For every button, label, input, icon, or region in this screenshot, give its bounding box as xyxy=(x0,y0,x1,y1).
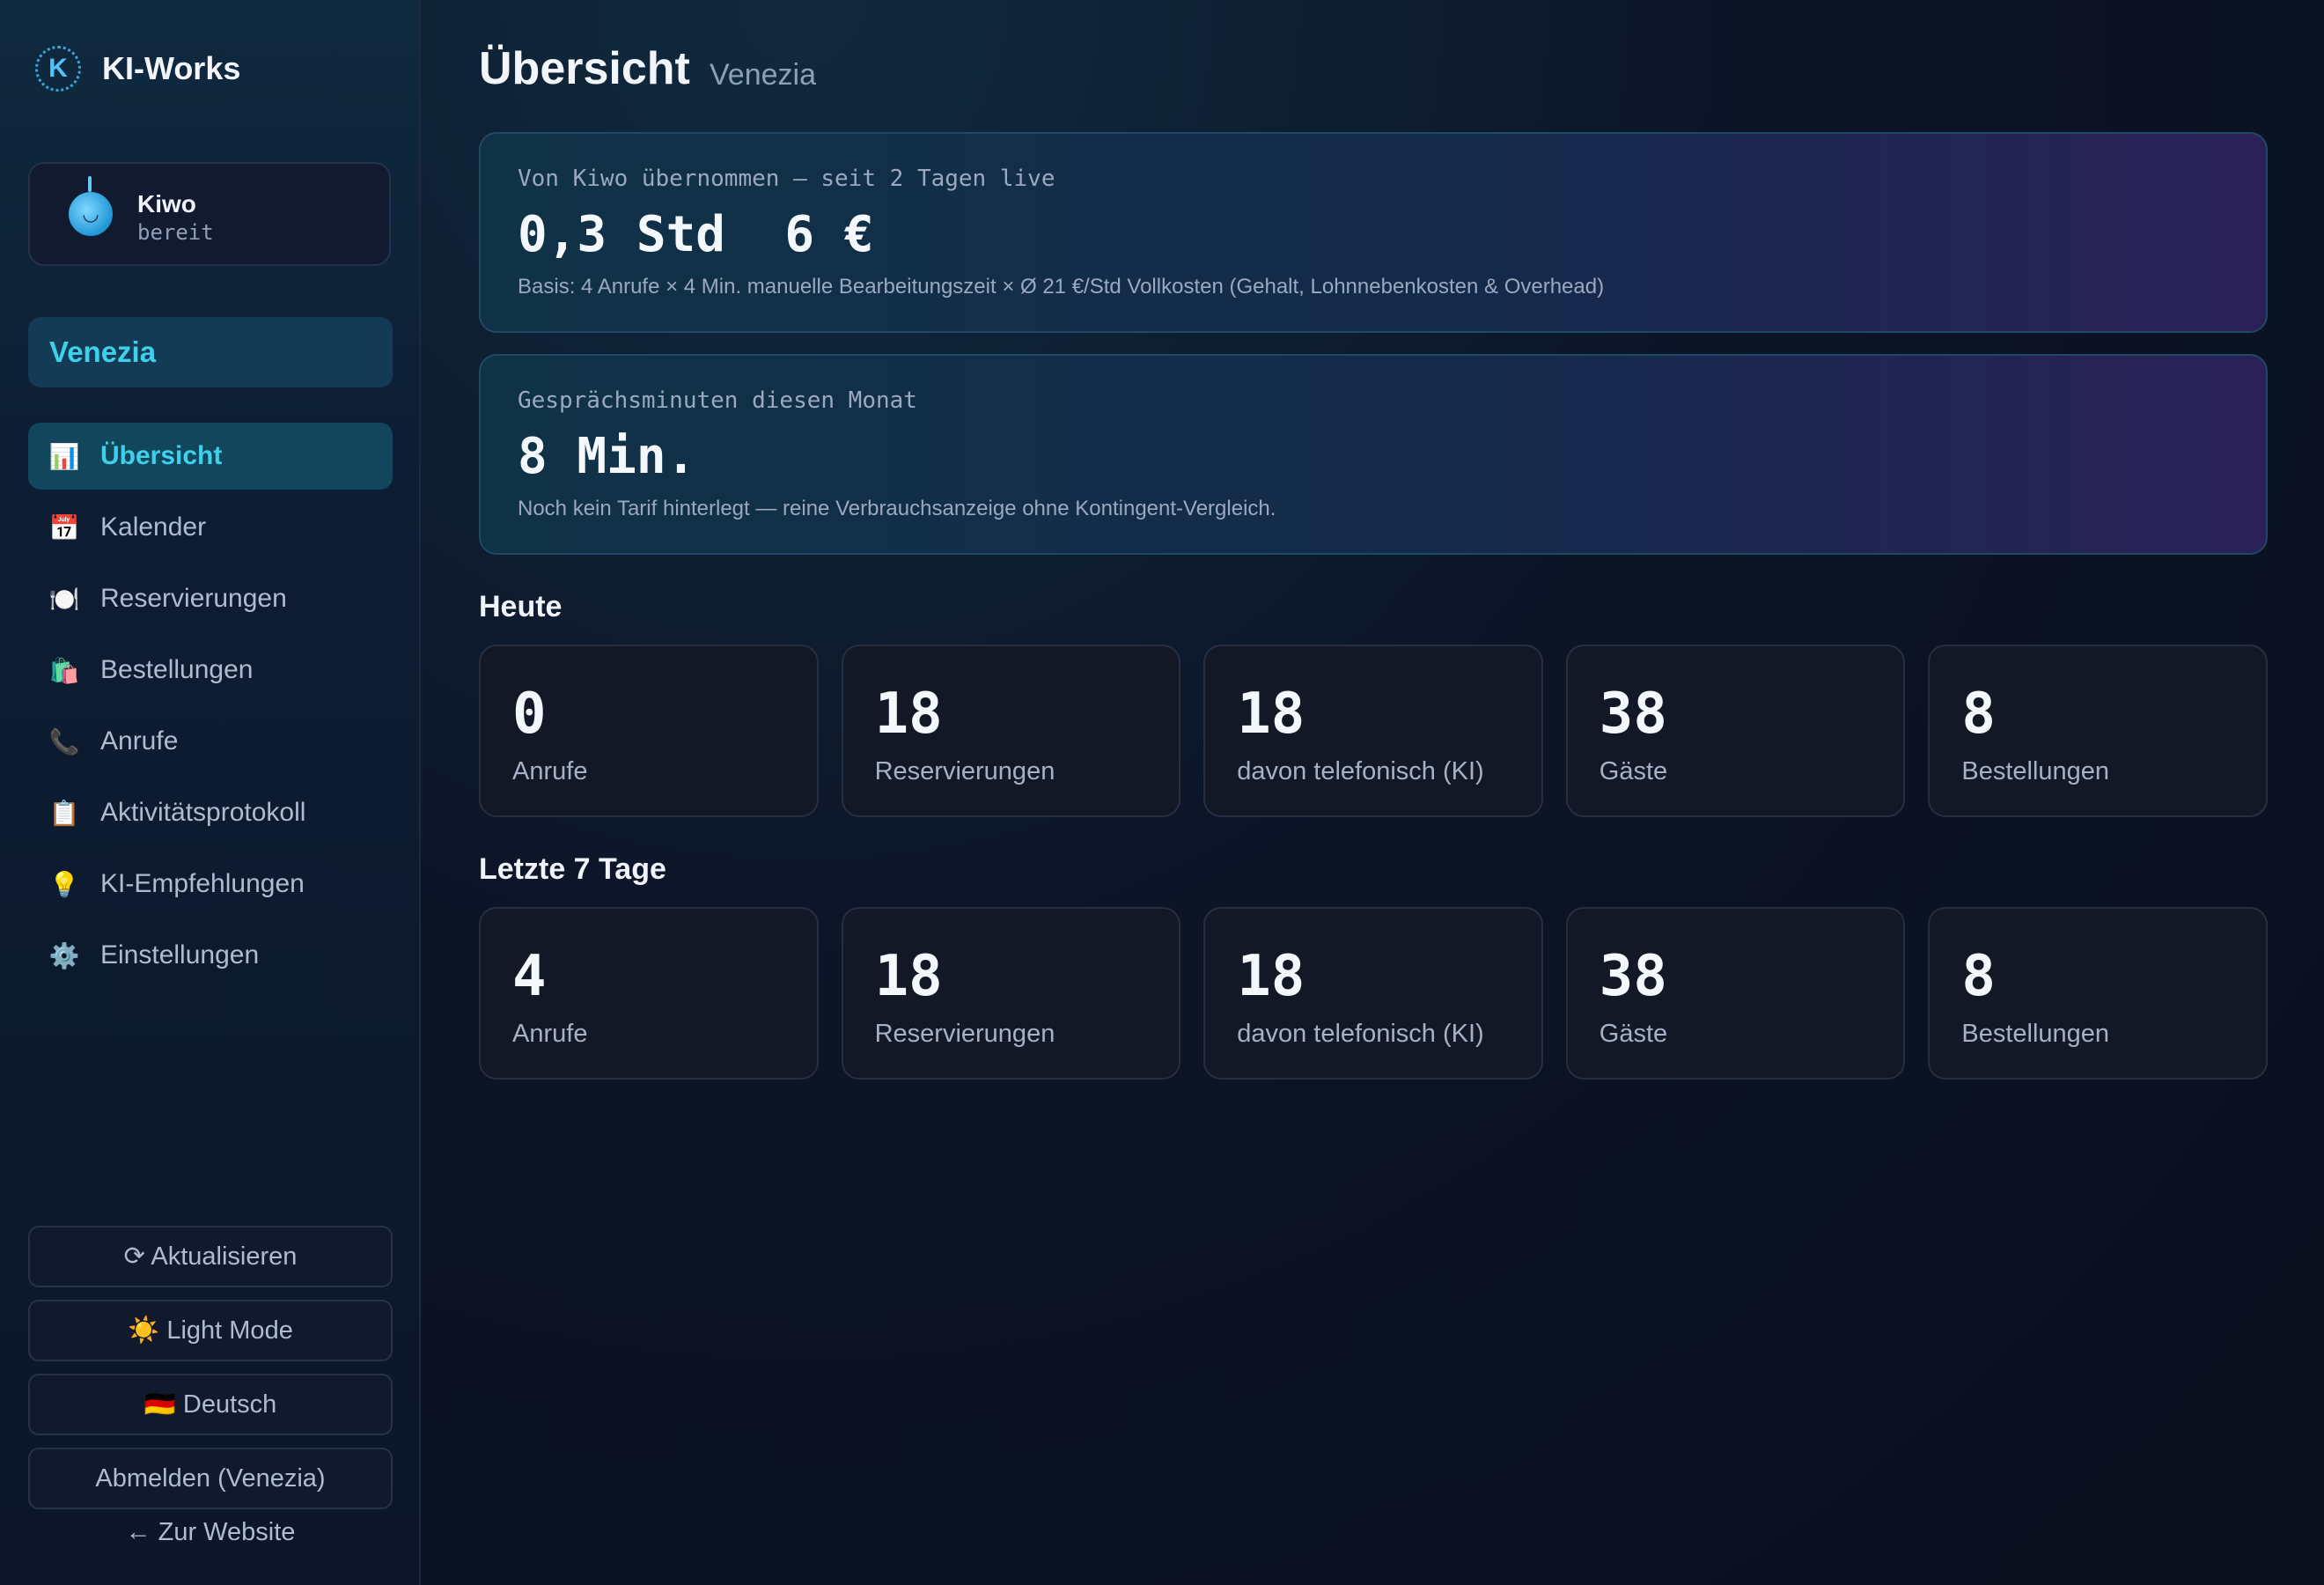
calendar-icon: 📅 xyxy=(48,513,80,542)
minutes-value: 8 Min. xyxy=(518,428,696,485)
brand[interactable]: K KI-Works xyxy=(35,46,240,92)
stat-label: Gäste xyxy=(1599,1020,1668,1048)
sidebar-item-label: Kalender xyxy=(100,512,207,542)
back-to-website-link[interactable]: ← Zur Website xyxy=(28,1518,393,1547)
robot-antenna xyxy=(88,176,92,192)
stat-value: 38 xyxy=(1599,682,1667,747)
refresh-button[interactable]: ⟳ Aktualisieren xyxy=(28,1226,393,1287)
tenant-selector[interactable]: Venezia xyxy=(28,317,393,387)
stat-value: 8 xyxy=(1961,682,1996,747)
savings-note: Basis: 4 Anrufe × 4 Min. manuelle Bearbe… xyxy=(518,275,1605,299)
assistant-name: Kiwo xyxy=(137,190,196,217)
stat-label: Reservierungen xyxy=(874,1020,1055,1048)
stat-label: Bestellungen xyxy=(1961,757,2110,785)
minutes-note: Noch kein Tarif hinterlegt — reine Verbr… xyxy=(518,497,1276,520)
sidebar-item-label: Reservierungen xyxy=(100,584,287,613)
savings-value: 0,3 Std 6 € xyxy=(518,206,874,263)
sidebar-item-kalender[interactable]: 📅 Kalender xyxy=(28,494,393,561)
sidebar-item-label: Aktivitätsprotokoll xyxy=(100,798,306,827)
sidebar-item-label: Anrufe xyxy=(100,726,179,756)
sidebar-item-reservierungen[interactable]: 🍽️ Reservierungen xyxy=(28,565,393,632)
sidebar-item-label: KI-Empfehlungen xyxy=(100,869,305,898)
stat-label: davon telefonisch (KI) xyxy=(1237,1020,1484,1048)
brand-name: KI-Works xyxy=(102,50,241,86)
phone-icon: 📞 xyxy=(48,727,80,756)
plate-icon: 🍽️ xyxy=(48,585,80,613)
stat-value: 18 xyxy=(874,682,943,747)
savings-label: Von Kiwo übernommen — seit 2 Tagen live xyxy=(518,166,1055,192)
clipboard-icon: 📋 xyxy=(48,799,80,827)
page-title: Übersicht xyxy=(479,43,690,94)
stat-card: 18 davon telefonisch (KI) xyxy=(1203,907,1543,1080)
stat-card: 18 Reservierungen xyxy=(841,645,1181,817)
sidebar-item-label: Übersicht xyxy=(100,441,223,470)
minutes-label: Gesprächsminuten diesen Monat xyxy=(518,387,917,414)
today-stats: 0 Anrufe 18 Reservierungen 18 davon tele… xyxy=(479,645,2268,817)
minutes-card: Gesprächsminuten diesen Monat 8 Min. Noc… xyxy=(479,354,2268,555)
stat-label: davon telefonisch (KI) xyxy=(1237,757,1484,785)
sidebar-item-anrufe[interactable]: 📞 Anrufe xyxy=(28,708,393,775)
shopping-bag-icon: 🛍️ xyxy=(48,656,80,684)
sidebar: K KI-Works ◡ Kiwo bereit Venezia 📊 Übers… xyxy=(0,0,421,1585)
stat-label: Anrufe xyxy=(512,757,588,785)
language-button[interactable]: 🇩🇪 Deutsch xyxy=(28,1374,393,1435)
gear-icon: ⚙️ xyxy=(48,941,80,969)
theme-toggle-button[interactable]: ☀️ Light Mode xyxy=(28,1300,393,1361)
stat-label: Gäste xyxy=(1599,757,1668,785)
stat-card: 8 Bestellungen xyxy=(1928,645,2268,817)
assistant-card: ◡ Kiwo bereit xyxy=(28,162,391,266)
robot-avatar-icon: ◡ xyxy=(69,192,113,236)
logout-button[interactable]: Abmelden (Venezia) xyxy=(28,1448,393,1509)
stat-value: 8 xyxy=(1961,944,1996,1009)
logo-icon: K xyxy=(35,46,81,92)
section-heading-today: Heute xyxy=(479,590,563,623)
stat-value: 4 xyxy=(512,944,547,1009)
stat-value: 18 xyxy=(1237,682,1305,747)
sidebar-item-label: Bestellungen xyxy=(100,655,254,684)
main-content: Übersicht Venezia Von Kiwo übernommen — … xyxy=(421,0,2324,1585)
assistant-status: bereit xyxy=(137,220,214,245)
stat-card: 8 Bestellungen xyxy=(1928,907,2268,1080)
section-heading-week: Letzte 7 Tage xyxy=(479,852,666,886)
stat-card: 38 Gäste xyxy=(1565,645,1906,817)
stat-value: 38 xyxy=(1599,944,1667,1009)
sidebar-item-uebersicht[interactable]: 📊 Übersicht xyxy=(28,423,393,490)
stat-value: 0 xyxy=(512,682,547,747)
stat-label: Reservierungen xyxy=(874,757,1055,785)
stat-card: 18 Reservierungen xyxy=(841,907,1181,1080)
stat-card: 18 davon telefonisch (KI) xyxy=(1203,645,1543,817)
stat-card: 0 Anrufe xyxy=(479,645,819,817)
page-subtitle: Venezia xyxy=(710,58,816,92)
sidebar-item-bestellungen[interactable]: 🛍️ Bestellungen xyxy=(28,637,393,704)
stat-label: Bestellungen xyxy=(1961,1020,2110,1048)
sidebar-item-ki-empfehlungen[interactable]: 💡 KI-Empfehlungen xyxy=(28,851,393,918)
sidebar-item-aktivitaetsprotokoll[interactable]: 📋 Aktivitätsprotokoll xyxy=(28,779,393,846)
stat-label: Anrufe xyxy=(512,1020,588,1048)
sidebar-item-einstellungen[interactable]: ⚙️ Einstellungen xyxy=(28,922,393,989)
stat-value: 18 xyxy=(1237,944,1305,1009)
lightbulb-icon: 💡 xyxy=(48,870,80,898)
stat-card: 4 Anrufe xyxy=(479,907,819,1080)
chart-icon: 📊 xyxy=(48,442,80,470)
savings-card: Von Kiwo übernommen — seit 2 Tagen live … xyxy=(479,132,2268,333)
sidebar-item-label: Einstellungen xyxy=(100,940,260,969)
sidebar-nav: 📊 Übersicht 📅 Kalender 🍽️ Reservierungen… xyxy=(28,423,393,993)
week-stats: 4 Anrufe 18 Reservierungen 18 davon tele… xyxy=(479,907,2268,1080)
stat-value: 18 xyxy=(874,944,943,1009)
stat-card: 38 Gäste xyxy=(1565,907,1906,1080)
